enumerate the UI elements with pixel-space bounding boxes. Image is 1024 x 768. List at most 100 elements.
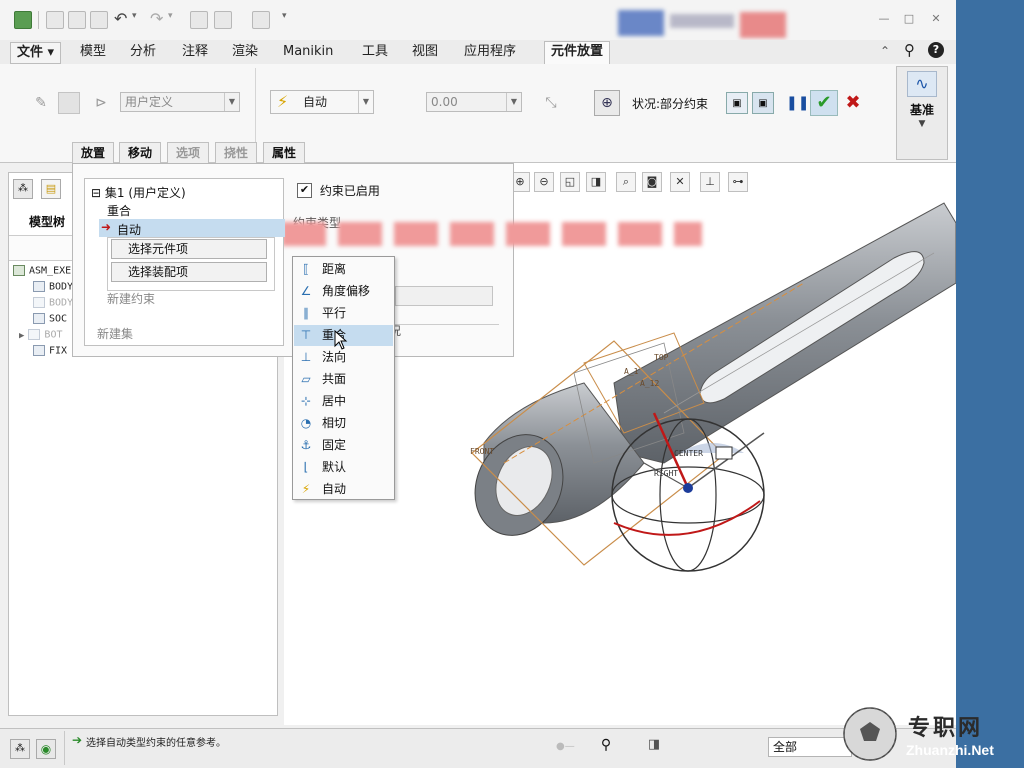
browser-toggle-icon[interactable]: ◉ bbox=[36, 739, 56, 759]
selection-box-icon[interactable]: ◨ bbox=[642, 737, 666, 759]
menu-item-centered[interactable]: ⊹ 居中 bbox=[294, 391, 393, 412]
assembly-icon bbox=[13, 265, 25, 276]
model-tree-label[interactable]: 模型树 bbox=[29, 213, 65, 230]
tree-item[interactable]: ▶ BOT bbox=[19, 329, 62, 341]
datum-group[interactable]: ∿ 基准 ▼ bbox=[896, 66, 948, 160]
new-file-icon[interactable] bbox=[46, 11, 64, 29]
menu-item-coplanar[interactable]: ▱ 共面 bbox=[294, 369, 393, 390]
menu-item-parallel[interactable]: ∥ 平行 bbox=[294, 303, 393, 324]
regenerate-icon[interactable] bbox=[190, 11, 208, 29]
menu-item-distance[interactable]: ⟦ 距离 bbox=[294, 259, 393, 280]
folder-icon[interactable]: ▤ bbox=[41, 179, 61, 199]
undo-icon[interactable]: ↶ bbox=[114, 9, 127, 28]
subtab-flexibility[interactable]: 挠性 bbox=[215, 142, 258, 163]
refit-icon[interactable]: ◱ bbox=[560, 172, 580, 192]
new-constraint-link[interactable]: 新建约束 bbox=[107, 290, 155, 307]
saved-views-icon[interactable]: ⌕ bbox=[616, 172, 636, 192]
menu-item-normal[interactable]: ⊥ 法向 bbox=[294, 347, 393, 368]
connection-icon[interactable]: ⊳ bbox=[90, 92, 112, 114]
default-icon: ⌊ bbox=[303, 460, 309, 474]
tab-model[interactable]: 模型 bbox=[74, 42, 112, 62]
datum-label: 基准 bbox=[909, 103, 934, 117]
tree-item[interactable]: ASM_EXE bbox=[13, 265, 71, 277]
tab-render[interactable]: 渲染 bbox=[226, 42, 264, 62]
model-tree-toggle-icon[interactable]: ⁂ bbox=[10, 739, 30, 759]
menu-item-default[interactable]: ⌊ 默认 bbox=[294, 457, 393, 478]
collapse-ribbon-icon[interactable]: ⌃ bbox=[880, 44, 890, 58]
tab-tools[interactable]: 工具 bbox=[356, 42, 394, 62]
tree-item[interactable]: FIX bbox=[33, 345, 67, 357]
tab-manikin[interactable]: Manikin bbox=[277, 42, 339, 62]
menu-item-auto[interactable]: ⚡ 自动 bbox=[294, 479, 393, 500]
tab-applications[interactable]: 应用程序 bbox=[458, 42, 522, 62]
tree-item[interactable]: BODY bbox=[33, 281, 73, 293]
normal-icon: ⊥ bbox=[300, 350, 312, 364]
offset-field[interactable] bbox=[395, 286, 493, 306]
cancel-x-icon[interactable]: ✖ bbox=[842, 92, 864, 114]
new-set-link[interactable]: 新建集 bbox=[97, 325, 133, 342]
set-header[interactable]: ⊟ 集1 (用户定义) bbox=[91, 184, 186, 201]
constraint-set-combo[interactable]: 用户定义 ▼ bbox=[120, 92, 240, 112]
tab-annotate[interactable]: 注释 bbox=[176, 42, 214, 62]
constraint-enabled-row[interactable]: ✔ 约束已启用 bbox=[297, 182, 380, 199]
select-component-button[interactable]: 选择元件项 bbox=[111, 239, 267, 259]
subtab-options[interactable]: 选项 bbox=[167, 142, 210, 163]
constraint-auto-row[interactable]: ➜ 自动 bbox=[99, 219, 285, 237]
close-window-icon[interactable] bbox=[252, 11, 270, 29]
tab-component-placement[interactable]: 元件放置 bbox=[544, 41, 611, 65]
tab-view[interactable]: 视图 bbox=[406, 42, 444, 62]
datum-display-icon[interactable]: ✕ bbox=[670, 172, 690, 192]
help-icon[interactable]: ? bbox=[928, 42, 944, 58]
maximize-icon[interactable]: □ bbox=[901, 12, 917, 26]
status-bar: ⁂ ◉ ➔ 选择自动类型约束的任意参考。 ●— ⚲ ◨ 全部 bbox=[0, 728, 956, 768]
zoom-out-icon[interactable]: ⊖ bbox=[534, 172, 554, 192]
rigid-body-icon[interactable] bbox=[58, 92, 80, 114]
pause-icon[interactable]: ❚❚ bbox=[786, 92, 809, 114]
reorient-icon[interactable]: ◨ bbox=[586, 172, 606, 192]
menu-item-tangent[interactable]: ◔ 相切 bbox=[294, 413, 393, 434]
menu-item-fix[interactable]: ⚓ 固定 bbox=[294, 435, 393, 456]
assembly-window-icon[interactable]: ▣ bbox=[752, 92, 774, 114]
tab-analysis[interactable]: 分析 bbox=[124, 42, 162, 62]
open-file-icon[interactable] bbox=[68, 11, 86, 29]
flip-constraint-icon[interactable]: ⤡ bbox=[540, 92, 562, 114]
datum-label-a1: A_1 bbox=[624, 367, 639, 376]
subtab-properties[interactable]: 属性 bbox=[263, 142, 306, 163]
constraint-type-combo[interactable]: ⚡ 自动 ▼ bbox=[270, 90, 374, 114]
confirm-check-icon[interactable]: ✔ bbox=[810, 90, 838, 116]
display-style-icon[interactable]: ◙ bbox=[642, 172, 662, 192]
spin-center-icon[interactable]: ⊶ bbox=[728, 172, 748, 192]
separate-window-icon[interactable]: ▣ bbox=[726, 92, 748, 114]
tree-item[interactable]: SOC bbox=[33, 313, 67, 325]
redo-icon[interactable]: ↷ bbox=[150, 9, 163, 28]
annotation-display-icon[interactable]: ⊥ bbox=[700, 172, 720, 192]
constraint-coincident[interactable]: 重合 bbox=[107, 202, 131, 219]
tab-file[interactable]: 文件 ▾ bbox=[10, 42, 62, 64]
checkbox-checked-icon[interactable]: ✔ bbox=[297, 183, 312, 198]
model-tree-icon[interactable]: ⁂ bbox=[13, 179, 33, 199]
chevron-down-icon: ▼ bbox=[506, 93, 521, 111]
centered-icon: ⊹ bbox=[300, 394, 312, 408]
windows-icon[interactable] bbox=[214, 11, 232, 29]
datum-dropdown-icon: ▼ bbox=[918, 119, 926, 129]
tree-item[interactable]: BODY bbox=[33, 297, 73, 309]
chevron-down-icon: ▼ bbox=[358, 91, 373, 113]
undo-dropdown-icon[interactable]: ▾ bbox=[132, 11, 137, 21]
select-assembly-button[interactable]: 选择装配项 bbox=[111, 262, 267, 282]
user-defined-set-icon[interactable]: ✎ bbox=[30, 92, 52, 114]
offset-combo[interactable]: 0.00 ▼ bbox=[426, 92, 522, 112]
close-icon[interactable]: ✕ bbox=[928, 12, 944, 26]
move-component-icon[interactable]: ⊕ bbox=[594, 90, 620, 116]
tangent-icon: ◔ bbox=[300, 416, 312, 430]
redo-dropdown-icon[interactable]: ▾ bbox=[168, 11, 173, 21]
menu-item-angle-offset[interactable]: ∠ 角度偏移 bbox=[294, 281, 393, 302]
find-icon[interactable]: ⚲ bbox=[594, 737, 618, 759]
save-icon[interactable] bbox=[90, 11, 108, 29]
subtab-move[interactable]: 移动 bbox=[119, 142, 162, 163]
customize-toolbar-icon[interactable]: ▾ bbox=[282, 11, 287, 21]
panel-divider bbox=[383, 324, 499, 325]
ribbon-tabs: 文件 ▾ 模型 分析 注释 渲染 Manikin 工具 视图 应用程序 元件放置… bbox=[0, 40, 956, 65]
subtab-placement[interactable]: 放置 bbox=[72, 142, 115, 163]
minimize-icon[interactable]: — bbox=[876, 12, 892, 26]
search-icon[interactable]: ⚲ bbox=[904, 41, 915, 59]
